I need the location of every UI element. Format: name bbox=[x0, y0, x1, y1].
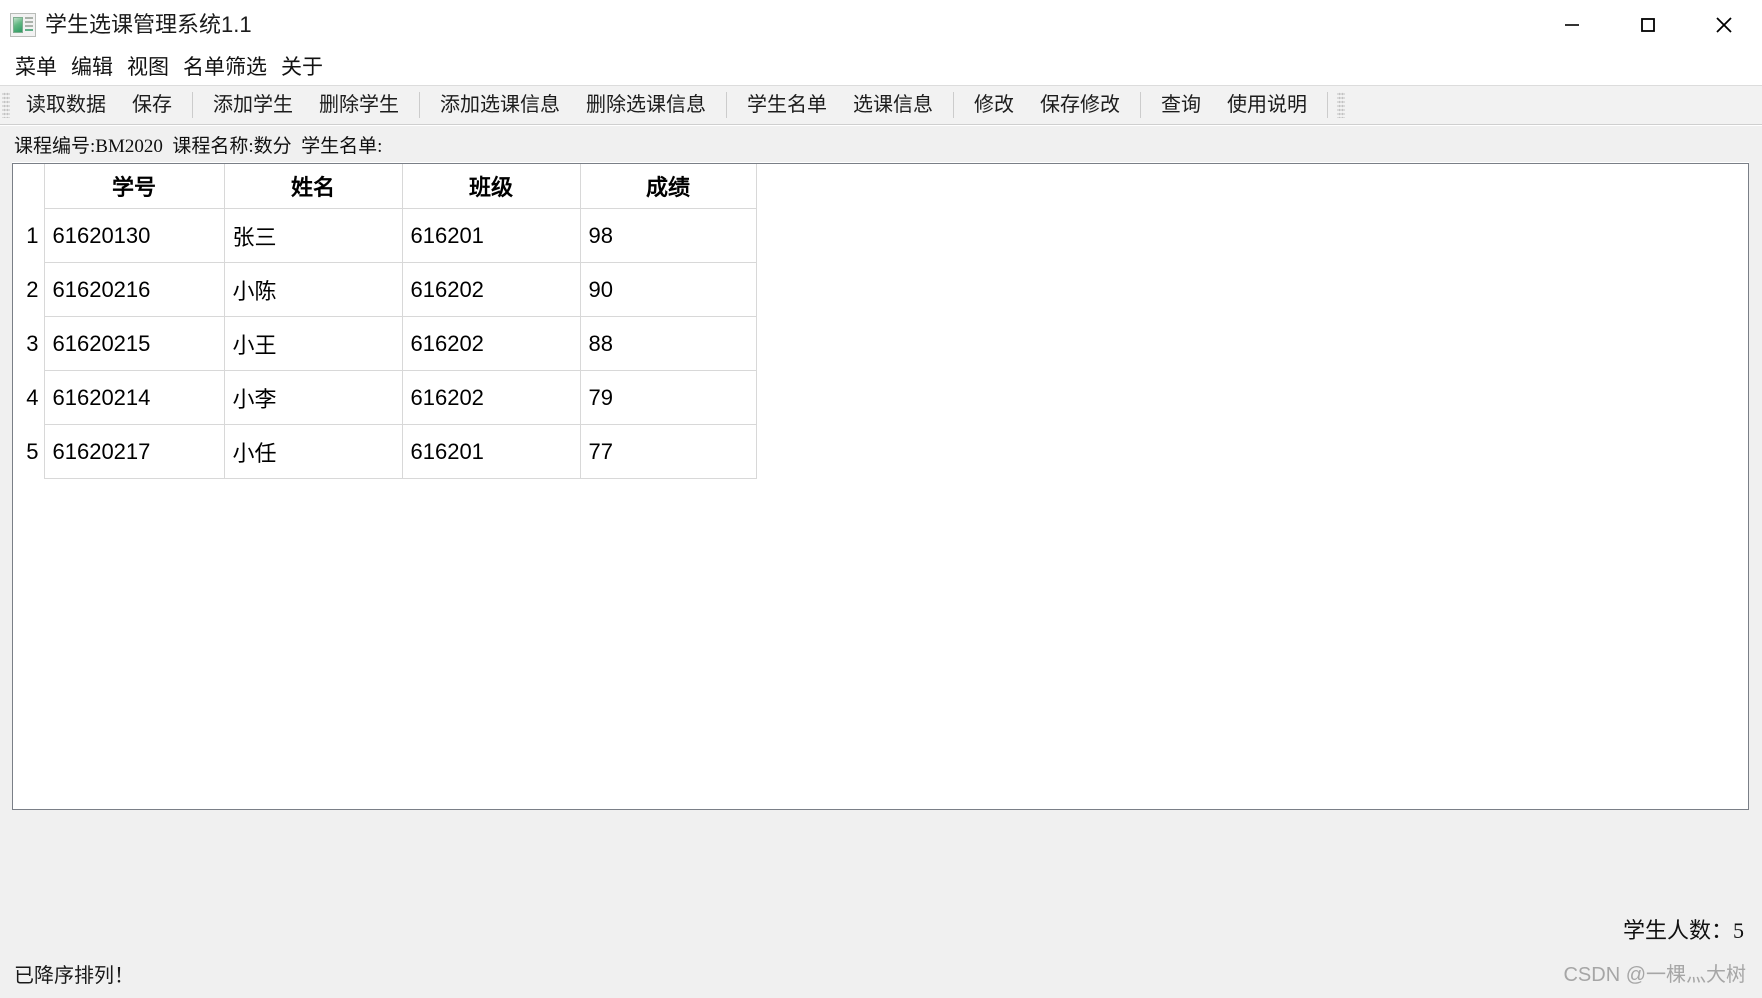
toolbar-button-instructions[interactable]: 使用说明 bbox=[1214, 92, 1320, 118]
cell-student-name[interactable]: 张三 bbox=[223, 208, 403, 263]
row-number: 1 bbox=[13, 208, 44, 263]
cell-student-id[interactable]: 61620214 bbox=[43, 370, 225, 425]
content-panel: 学号 姓名 班级 成绩 1 61620130 张三 616201 98 2 61… bbox=[12, 163, 1749, 810]
table-row[interactable]: 2 61620216 小陈 616202 90 bbox=[13, 262, 757, 317]
toolbar-button-student-list[interactable]: 学生名单 bbox=[734, 92, 840, 118]
toolbar-separator bbox=[1140, 92, 1141, 118]
menu-bar: 菜单 编辑 视图 名单筛选 关于 bbox=[0, 50, 1762, 85]
toolbar-separator bbox=[419, 92, 420, 118]
maximize-button[interactable] bbox=[1610, 0, 1686, 50]
toolbar-button-save[interactable]: 保存 bbox=[119, 92, 185, 118]
student-count-bar: 学生人数：5 bbox=[0, 910, 1762, 948]
cell-student-name[interactable]: 小王 bbox=[223, 316, 403, 371]
table-row[interactable]: 1 61620130 张三 616201 98 bbox=[13, 208, 757, 263]
toolbar-button-delete-enrollment[interactable]: 删除选课信息 bbox=[573, 92, 719, 118]
title-bar: 学生选课管理系统1.1 bbox=[0, 0, 1762, 50]
cell-student-name[interactable]: 小陈 bbox=[223, 262, 403, 317]
toolbar: 读取数据 保存 添加学生 删除学生 添加选课信息 删除选课信息 学生名单 选课信… bbox=[0, 85, 1762, 125]
cell-score[interactable]: 98 bbox=[579, 208, 757, 263]
menu-item-about[interactable]: 关于 bbox=[274, 55, 330, 80]
menu-item-menu[interactable]: 菜单 bbox=[8, 55, 64, 80]
table-body: 1 61620130 张三 616201 98 2 61620216 小陈 61… bbox=[13, 208, 757, 479]
cell-class[interactable]: 616202 bbox=[401, 316, 581, 371]
course-info-text: 课程编号:BM2020 课程名称:数分 学生名单: bbox=[14, 135, 383, 157]
cell-score[interactable]: 79 bbox=[579, 370, 757, 425]
toolbar-separator bbox=[726, 92, 727, 118]
row-number: 4 bbox=[13, 370, 44, 425]
minimize-icon bbox=[1565, 24, 1579, 26]
toolbar-button-query[interactable]: 查询 bbox=[1148, 92, 1214, 118]
table-row[interactable]: 3 61620215 小王 616202 88 bbox=[13, 316, 757, 371]
cell-student-id[interactable]: 61620215 bbox=[43, 316, 225, 371]
toolbar-separator bbox=[953, 92, 954, 118]
status-message: 已降序排列！ bbox=[14, 964, 134, 987]
course-info-bar: 课程编号:BM2020 课程名称:数分 学生名单: bbox=[0, 126, 1762, 162]
cell-score[interactable]: 77 bbox=[579, 424, 757, 479]
cell-class[interactable]: 616202 bbox=[401, 262, 581, 317]
table-row[interactable]: 4 61620214 小李 616202 79 bbox=[13, 370, 757, 425]
window-title: 学生选课管理系统1.1 bbox=[45, 12, 252, 37]
toolbar-separator bbox=[1327, 92, 1328, 118]
student-table: 学号 姓名 班级 成绩 1 61620130 张三 616201 98 2 61… bbox=[13, 164, 757, 479]
close-icon bbox=[1716, 17, 1732, 33]
window-controls bbox=[1534, 0, 1762, 50]
table-header-class[interactable]: 班级 bbox=[401, 164, 581, 209]
app-icon-pane bbox=[13, 17, 23, 33]
cell-class[interactable]: 616202 bbox=[401, 370, 581, 425]
toolbar-button-delete-student[interactable]: 删除学生 bbox=[306, 92, 412, 118]
cell-score[interactable]: 88 bbox=[579, 316, 757, 371]
cell-student-id[interactable]: 61620216 bbox=[43, 262, 225, 317]
cell-student-id[interactable]: 61620217 bbox=[43, 424, 225, 479]
row-number: 5 bbox=[13, 424, 44, 479]
toolbar-separator bbox=[192, 92, 193, 118]
toolbar-button-modify[interactable]: 修改 bbox=[961, 92, 1027, 118]
maximize-icon bbox=[1641, 18, 1655, 32]
cell-student-name[interactable]: 小李 bbox=[223, 370, 403, 425]
table-header-rownum bbox=[13, 164, 45, 209]
minimize-button[interactable] bbox=[1534, 0, 1610, 50]
student-count-label: 学生人数：5 bbox=[1622, 918, 1744, 943]
status-bar: 已降序排列！ bbox=[0, 948, 1762, 998]
cell-score[interactable]: 90 bbox=[579, 262, 757, 317]
menu-item-edit[interactable]: 编辑 bbox=[64, 55, 120, 80]
toolbar-grip-handle-end[interactable] bbox=[1337, 92, 1345, 118]
row-number: 2 bbox=[13, 262, 44, 317]
watermark-text: CSDN @一棵灬大树 bbox=[1563, 964, 1746, 986]
row-number: 3 bbox=[13, 316, 44, 371]
table-header-student-name[interactable]: 姓名 bbox=[223, 164, 403, 209]
toolbar-button-add-student[interactable]: 添加学生 bbox=[200, 92, 306, 118]
menu-item-view[interactable]: 视图 bbox=[120, 55, 176, 80]
cell-class[interactable]: 616201 bbox=[401, 424, 581, 479]
app-icon-lines bbox=[25, 17, 33, 33]
cell-class[interactable]: 616201 bbox=[401, 208, 581, 263]
table-header: 学号 姓名 班级 成绩 bbox=[13, 164, 757, 209]
toolbar-button-save-changes[interactable]: 保存修改 bbox=[1027, 92, 1133, 118]
cell-student-id[interactable]: 61620130 bbox=[43, 208, 225, 263]
toolbar-grip-handle[interactable] bbox=[2, 92, 10, 118]
toolbar-button-add-enrollment[interactable]: 添加选课信息 bbox=[427, 92, 573, 118]
menu-item-filter[interactable]: 名单筛选 bbox=[176, 55, 274, 80]
toolbar-button-enrollment-info[interactable]: 选课信息 bbox=[840, 92, 946, 118]
table-row[interactable]: 5 61620217 小任 616201 77 bbox=[13, 424, 757, 479]
cell-student-name[interactable]: 小任 bbox=[223, 424, 403, 479]
table-header-score[interactable]: 成绩 bbox=[579, 164, 757, 209]
table-header-row: 学号 姓名 班级 成绩 bbox=[13, 164, 757, 209]
panel-gutter-right bbox=[1749, 126, 1762, 810]
close-button[interactable] bbox=[1686, 0, 1762, 50]
panel-gutter-left bbox=[0, 126, 12, 810]
toolbar-button-read-data[interactable]: 读取数据 bbox=[13, 92, 119, 118]
app-window-icon bbox=[10, 13, 36, 37]
table-header-student-id[interactable]: 学号 bbox=[43, 164, 225, 209]
